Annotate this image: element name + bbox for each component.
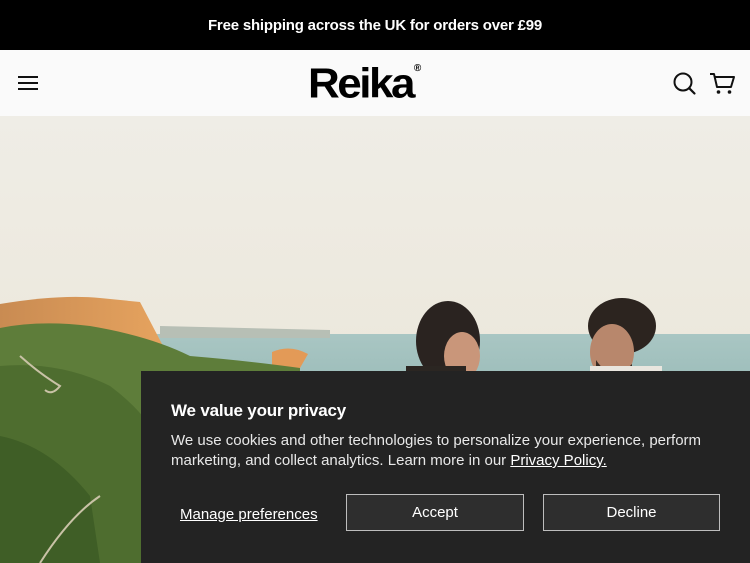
logo-wordmark: Reika [308,60,415,107]
cart-icon [710,73,735,94]
manage-preferences-link[interactable]: Manage preferences [180,506,318,523]
search-icon [673,72,696,95]
cookie-banner-title: We value your privacy [171,401,347,420]
decline-button[interactable]: Decline [543,494,720,531]
privacy-policy-link[interactable]: Privacy Policy. [510,452,606,469]
announcement-text: Free shipping across the UK for orders o… [207,16,543,34]
cookie-banner-text: We use cookies and other technologies to… [171,431,721,471]
announcement-bar: Free shipping across the UK for orders o… [0,0,750,50]
brand-logo[interactable]: Reika ® [308,60,422,107]
accept-button[interactable]: Accept [346,494,524,531]
registered-mark: ® [413,63,422,74]
cart-button[interactable] [708,70,736,96]
cookie-banner-body: We use cookies and other technologies to… [171,432,702,469]
cookie-consent-banner: We value your privacy We use cookies and… [141,371,750,563]
menu-button[interactable] [14,70,42,96]
search-button[interactable] [671,70,697,96]
hamburger-menu-icon [18,76,38,90]
